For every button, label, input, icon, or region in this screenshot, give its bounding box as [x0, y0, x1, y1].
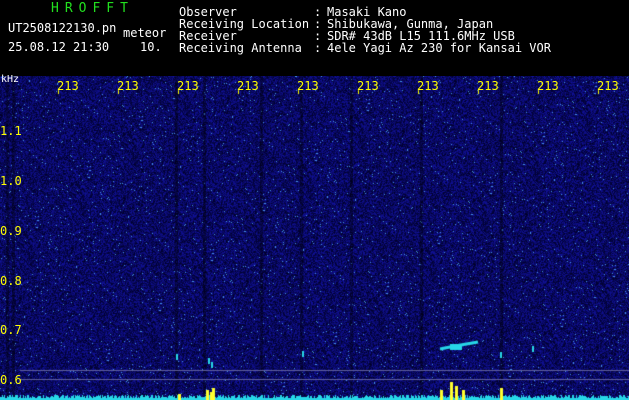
- meta-label-antenna: Receiving Antenna: [179, 41, 302, 55]
- time-tick-label: 213: [237, 79, 259, 93]
- hrofft-window: HROFFT UT2508122130.pn meteor 25.08.12 2…: [0, 0, 629, 400]
- spectrogram-canvas: [0, 76, 629, 400]
- time-tick-label: 213: [177, 79, 199, 93]
- freq-tick-label: 0.9: [0, 224, 22, 238]
- time-tick-label: 213: [537, 79, 559, 93]
- time-tick-label: 213: [477, 79, 499, 93]
- datetime: 25.08.12 21:30: [8, 40, 110, 54]
- meteor-tag: meteor: [123, 26, 167, 40]
- axis-unit-label: kHz: [1, 74, 20, 85]
- time-tick-label: 213: [57, 79, 79, 93]
- freq-tick-label: 0.6: [0, 373, 22, 387]
- time-tick-label: 213: [597, 79, 619, 93]
- brand-title: HROFFT: [51, 1, 134, 16]
- time-tick-label: 213: [297, 79, 319, 93]
- file-name: UT2508122130.pn: [8, 21, 117, 35]
- time-tick-label: 213: [417, 79, 439, 93]
- freq-tick-label: 1.0: [0, 174, 22, 188]
- time-tick-label: 213: [117, 79, 139, 93]
- meta-sep: :: [314, 41, 322, 55]
- meta-value-antenna: 4ele Yagi Az 230 for Kansai VOR: [327, 41, 551, 55]
- freq-tick-label: 0.8: [0, 274, 22, 288]
- freq-tick-label: 0.7: [0, 323, 22, 337]
- freq-tick-label: 1.1: [0, 124, 22, 138]
- count-value: 10.: [140, 40, 162, 54]
- time-tick-label: 213: [357, 79, 379, 93]
